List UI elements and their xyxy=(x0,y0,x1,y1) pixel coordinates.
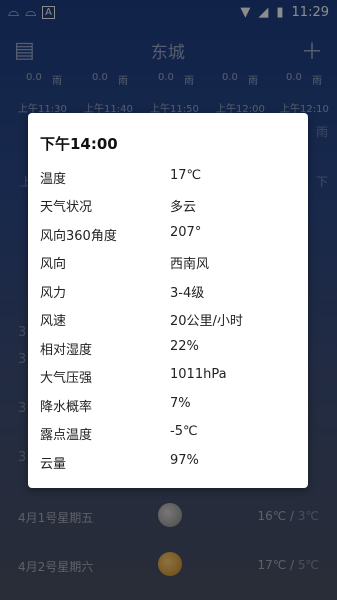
detail-row: 相对湿度 22% xyxy=(40,339,300,359)
detail-key: 温度 xyxy=(40,172,67,187)
detail-key: 云量 xyxy=(40,457,67,472)
detail-value: 207° xyxy=(170,225,202,240)
detail-value: 多云 xyxy=(170,200,197,215)
detail-row: 大气压强 1011hPa xyxy=(40,367,300,387)
detail-key: 露点温度 xyxy=(40,428,93,443)
detail-row: 天气状况 多云 xyxy=(40,196,300,216)
detail-key: 降水概率 xyxy=(40,400,93,415)
detail-value: -5℃ xyxy=(170,424,198,439)
detail-row: 降水概率 7% xyxy=(40,396,300,416)
detail-key: 风向 xyxy=(40,257,67,272)
detail-value: 7% xyxy=(170,396,191,411)
detail-value: 西南风 xyxy=(170,257,210,272)
detail-value: 1011hPa xyxy=(170,367,227,382)
detail-value: 22% xyxy=(170,339,199,354)
detail-row: 风向 西南风 xyxy=(40,253,300,273)
detail-key: 大气压强 xyxy=(40,371,93,386)
detail-value: 17℃ xyxy=(170,168,202,183)
detail-row: 风速 20公里/小时 xyxy=(40,310,300,330)
hour-detail-dialog: 下午14:00 温度 17℃ 天气状况 多云 风向360角度 207° 风向 西… xyxy=(28,113,308,488)
detail-key: 天气状况 xyxy=(40,200,93,215)
detail-row: 露点温度 -5℃ xyxy=(40,424,300,444)
detail-key: 相对湿度 xyxy=(40,343,93,358)
dialog-title: 下午14:00 xyxy=(40,135,118,153)
detail-row: 风力 3-4级 xyxy=(40,282,300,302)
detail-row: 云量 97% xyxy=(40,453,300,473)
detail-value: 20公里/小时 xyxy=(170,314,243,329)
detail-row: 风向360角度 207° xyxy=(40,225,300,245)
detail-value: 3-4级 xyxy=(170,286,205,301)
detail-value: 97% xyxy=(170,453,199,468)
detail-key: 风力 xyxy=(40,286,67,301)
detail-key: 风向360角度 xyxy=(40,229,117,244)
detail-row: 温度 17℃ xyxy=(40,168,300,188)
detail-key: 风速 xyxy=(40,314,67,329)
